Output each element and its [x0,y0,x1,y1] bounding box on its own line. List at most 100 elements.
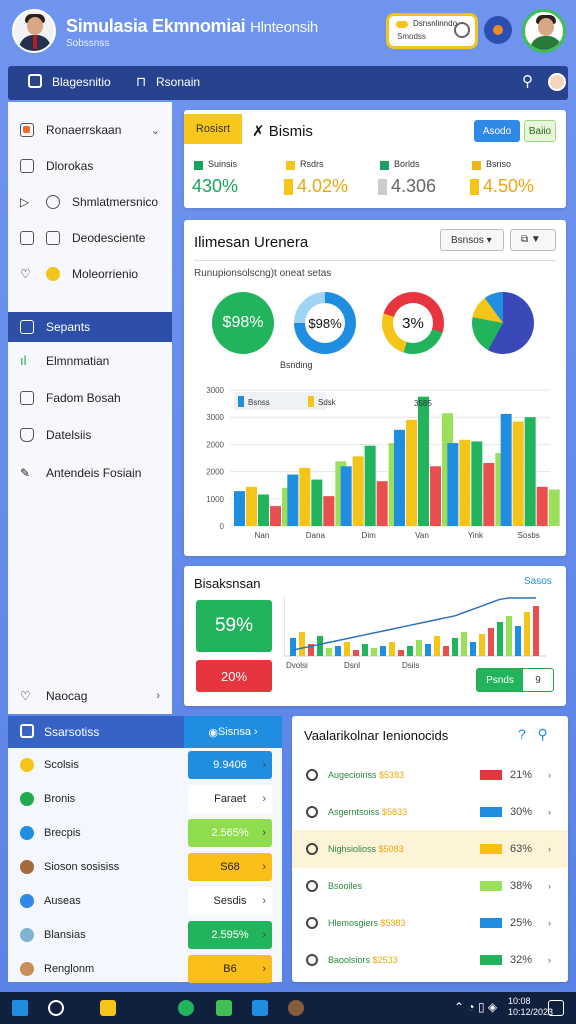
bar[interactable] [352,456,364,526]
period-dropdown[interactable]: Bsnsos ▾ [440,229,504,251]
pie-chart[interactable] [472,292,534,354]
sidebar-item-3[interactable]: ▷ Shmlatmersnico [8,187,172,217]
sidebar-item-7[interactable]: ıl Elmnmatian [8,346,172,376]
nav-brand[interactable]: Blagesnitio [52,75,111,89]
mini-bar[interactable] [470,642,476,656]
donut-chart-3[interactable]: 3% [382,292,444,354]
mini-bar[interactable] [380,646,386,656]
bar[interactable] [270,506,281,526]
mini-bar[interactable] [488,628,494,656]
bar[interactable] [287,474,299,526]
breakdown-button-group[interactable]: Psnds 9 [476,668,554,692]
mini-bar[interactable] [389,642,395,656]
mini-bar[interactable] [353,650,359,656]
explorer-icon[interactable] [252,1000,268,1016]
mini-bar[interactable] [362,644,368,656]
bar[interactable] [418,396,429,526]
stats-value-button[interactable]: 9.9406 › [188,751,272,779]
bar[interactable] [323,496,335,526]
help-icons[interactable]: ? ⚲ [518,726,548,743]
nav-menu-link[interactable]: Rsonain [156,75,200,89]
bar[interactable] [512,421,524,526]
sidebar-item-active[interactable]: Sepants [8,312,172,342]
mini-bar[interactable] [371,648,377,656]
value-row[interactable]: Baoolsiors $2533 32% › [292,941,568,979]
mini-bar[interactable] [326,648,332,656]
bar[interactable] [430,466,441,526]
bar[interactable] [548,489,560,526]
bar[interactable] [394,429,405,526]
refresh-icon[interactable] [454,22,470,38]
home-icon[interactable] [28,74,42,88]
bar[interactable] [311,479,323,526]
value-row[interactable]: Nighsiolioss $5083 63% › [292,830,568,868]
stats-value-button[interactable]: 2.565% › [188,819,272,847]
value-row[interactable]: Bsooiles 38% › [292,867,568,905]
value-row[interactable]: Hlemosgiers $5383 25% › [292,904,568,942]
menu-icon[interactable]: ⊓ [136,74,146,90]
value-row[interactable]: Asgerntsoiss $5833 30% › [292,793,568,831]
mini-bar[interactable] [344,642,350,656]
mini-bar[interactable] [506,616,512,656]
bar[interactable] [299,467,311,526]
bar[interactable] [406,419,417,526]
notifications-icon[interactable] [548,1000,564,1016]
bar[interactable] [500,413,512,526]
stats-list-item[interactable]: Scolsis [8,750,184,780]
sidebar-item-5[interactable]: ♡ Moleorrienio [8,259,172,289]
mini-bar[interactable] [443,646,449,656]
stats-list-item[interactable]: Auseas [8,886,184,916]
windows-start-icon[interactable] [12,1000,28,1016]
stats-list-item[interactable]: Renglonm [8,954,184,984]
mini-bar[interactable] [425,644,431,656]
bar[interactable] [364,445,376,526]
mini-bar[interactable] [407,646,413,656]
sidebar-item-1[interactable]: Ronaerrskaan ⌄ [8,115,172,145]
calculator-icon[interactable] [216,1000,232,1016]
kpi-secondary-button[interactable]: Baiio [524,120,556,142]
kpi-primary-button[interactable]: Asodo [474,120,520,142]
stats-list-item[interactable]: Sioson sosisiss [8,852,184,882]
mini-bar[interactable] [461,632,467,656]
sidebar-item-10[interactable]: ✎ Antendeis Fosiain [8,458,172,488]
sidebar-item-9[interactable]: Datelsiis [8,420,172,450]
mini-bar[interactable] [515,626,521,656]
sidebar-item-4[interactable]: Deodesciente [8,223,172,253]
bar[interactable] [447,443,459,526]
stats-list-item[interactable]: Brecpis [8,818,184,848]
search-icon[interactable] [48,1000,64,1016]
donut-chart-1[interactable]: $98% [212,292,274,354]
bar[interactable] [234,491,245,526]
stats-value-button[interactable]: Faraet › [188,785,272,813]
bar[interactable] [376,481,388,526]
files-icon[interactable] [100,1000,116,1016]
mini-bar[interactable] [452,638,458,656]
bar[interactable] [471,441,483,526]
browser-icon[interactable] [178,1000,194,1016]
donut-chart-2[interactable]: $98% [294,292,356,354]
bar[interactable] [536,486,548,526]
stats-list-item[interactable]: Bronis [8,784,184,814]
view-dropdown[interactable]: ⧉ ▼ [510,229,556,251]
breakdown-link[interactable]: Sasos [524,576,552,587]
bar[interactable] [459,439,471,526]
stats-value-button[interactable]: Sesdis › [188,887,272,915]
bar[interactable] [246,486,257,526]
sidebar-item-2[interactable]: Dlorokas [8,151,172,181]
profile-icon[interactable] [288,1000,304,1016]
profile-avatar[interactable] [522,9,566,53]
stats-value-button[interactable]: S68 › [188,853,272,881]
stats-header-tab[interactable]: ◉ Sisnsa › [184,716,282,748]
bar[interactable] [340,466,352,526]
mini-bar[interactable] [335,646,341,656]
mini-bar[interactable] [497,622,503,656]
sidebar-item-bottom[interactable]: ♡ Naocag › [8,681,172,711]
stats-value-button[interactable]: 2.595% › [188,921,272,949]
mini-bar[interactable] [479,634,485,656]
bar[interactable] [258,494,269,526]
mini-bar[interactable] [398,650,404,656]
mini-bar[interactable] [416,640,422,656]
stats-value-button[interactable]: B6 › [188,955,272,983]
mini-bar[interactable] [299,632,305,656]
mini-bar[interactable] [290,638,296,656]
